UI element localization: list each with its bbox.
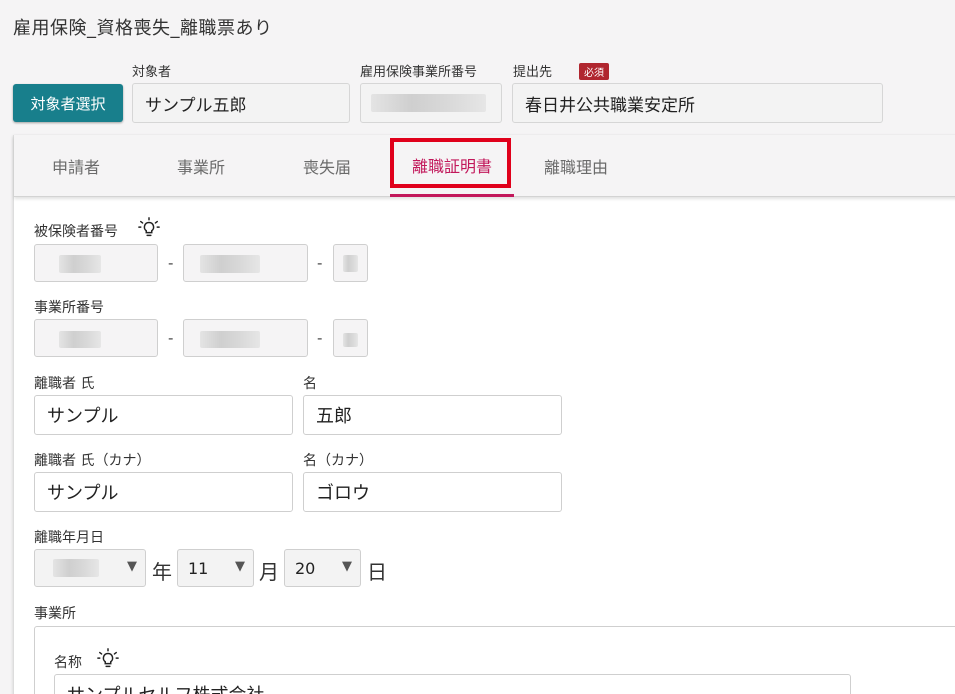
submit-to-label: 提出先 <box>513 65 553 80</box>
target-field[interactable]: サンプル五郎 <box>132 83 350 123</box>
tab-highlight-box <box>390 138 511 188</box>
lightbulb-icon[interactable] <box>97 648 119 670</box>
tab-office[interactable]: 事業所 <box>154 135 248 197</box>
office-no-part2[interactable] <box>183 319 308 357</box>
month-select[interactable]: 11 ▼ <box>177 549 254 587</box>
month-unit: 月 <box>259 560 279 584</box>
office-no-header-field[interactable] <box>360 83 502 123</box>
tab-loss-notice[interactable]: 喪失届 <box>279 135 375 197</box>
triangle-down-icon: ▼ <box>342 559 352 574</box>
tab-separation-reason[interactable]: 離職理由 <box>528 135 624 197</box>
tab-bar: 申請者 事業所 喪失届 離職証明書 離職理由 <box>14 135 955 197</box>
masked-value <box>343 255 358 272</box>
separator: - <box>317 329 323 347</box>
last-name-kana-label: 離職者 氏（カナ） <box>34 453 151 469</box>
lightbulb-icon[interactable] <box>138 217 160 239</box>
day-select[interactable]: 20 ▼ <box>284 549 361 587</box>
last-name-kana-input[interactable]: サンプル <box>34 472 293 512</box>
separation-date-label: 離職年月日 <box>34 530 104 546</box>
tab-applicant[interactable]: 申請者 <box>30 135 122 197</box>
required-badge: 必須 <box>579 63 609 80</box>
separator: - <box>168 329 174 347</box>
last-name-input[interactable]: サンプル <box>34 395 293 435</box>
insured-no-label: 被保険者番号 <box>34 224 118 240</box>
office-no-part1[interactable] <box>34 319 158 357</box>
insured-no-part1[interactable] <box>34 244 158 282</box>
select-target-button[interactable]: 対象者選択 <box>13 84 123 122</box>
triangle-down-icon: ▼ <box>235 559 245 574</box>
masked-value <box>59 331 101 348</box>
submit-to-field[interactable]: 春日井公共職業安定所 <box>512 83 883 123</box>
office-name-label: 名称 <box>54 655 82 671</box>
office-name-input[interactable]: サンプルセルフ株式会社 <box>54 674 851 694</box>
insured-no-part2[interactable] <box>183 244 308 282</box>
masked-value <box>59 255 101 273</box>
first-name-label: 名 <box>303 376 317 392</box>
masked-value <box>200 331 260 348</box>
masked-value <box>53 559 99 577</box>
year-select[interactable]: ▼ <box>34 549 146 587</box>
day-unit: 日 <box>367 560 387 584</box>
first-name-kana-input[interactable]: ゴロウ <box>303 472 562 512</box>
separator: - <box>317 254 323 272</box>
masked-value <box>371 94 486 112</box>
page-title: 雇用保険_資格喪失_離職票あり <box>13 18 273 39</box>
target-label: 対象者 <box>132 65 172 80</box>
last-name-label: 離職者 氏 <box>34 376 95 392</box>
office-no-label: 事業所番号 <box>34 300 104 316</box>
office-section-label: 事業所 <box>34 606 76 622</box>
triangle-down-icon: ▼ <box>127 559 137 574</box>
masked-value <box>200 255 260 273</box>
masked-value <box>343 333 358 347</box>
insured-no-part3[interactable] <box>333 244 368 282</box>
office-no-header-label: 雇用保険事業所番号 <box>360 65 478 80</box>
first-name-input[interactable]: 五郎 <box>303 395 562 435</box>
separator: - <box>168 254 174 272</box>
month-value: 11 <box>188 558 209 578</box>
first-name-kana-label: 名（カナ） <box>303 453 373 469</box>
office-no-part3[interactable] <box>333 319 368 357</box>
year-unit: 年 <box>152 560 172 584</box>
day-value: 20 <box>295 558 316 578</box>
